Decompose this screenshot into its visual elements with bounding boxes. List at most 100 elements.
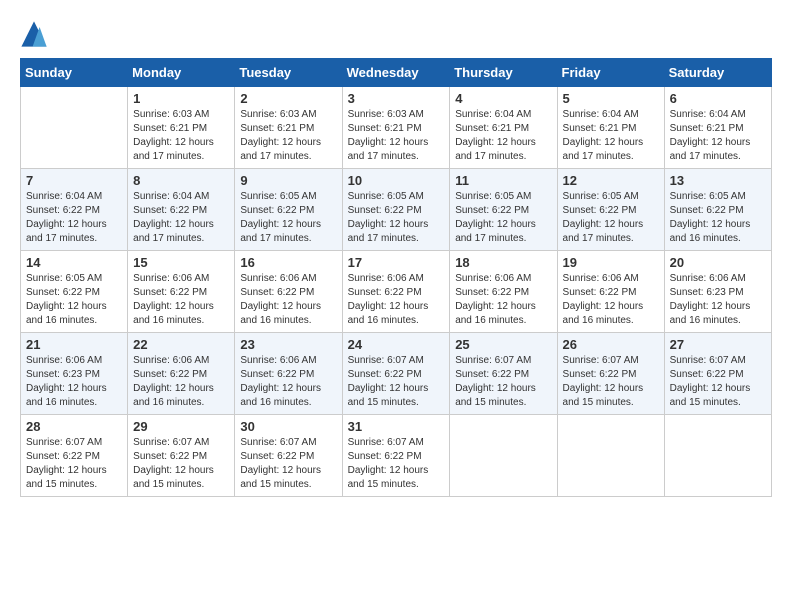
calendar-cell: 26 Sunrise: 6:07 AMSunset: 6:22 PMDayligh… (557, 333, 664, 415)
calendar-cell: 10 Sunrise: 6:05 AMSunset: 6:22 PMDayligh… (342, 169, 450, 251)
day-number: 9 (240, 173, 336, 188)
day-info: Sunrise: 6:05 AMSunset: 6:22 PMDaylight:… (455, 190, 551, 246)
day-number: 20 (670, 255, 766, 270)
day-number: 14 (26, 255, 122, 270)
calendar-cell: 19Sunrise: 6:06 AMSunset: 6:22 PMDayligh… (557, 251, 664, 333)
day-info: Sunrise: 6:07 AMSunset: 6:22 PMDaylight:… (26, 436, 122, 492)
day-info: Sunrise: 6:05 AMSunset: 6:22 PMDaylight:… (26, 272, 122, 328)
day-number: 23 (240, 337, 336, 352)
day-info: Sunrise: 6:04 AMSunset: 6:21 PMDaylight:… (563, 108, 659, 164)
day-number: 2 (240, 91, 336, 106)
calendar-cell: 16 Sunrise: 6:06 AMSunset: 6:22 PMDayligh… (235, 251, 342, 333)
day-info: Sunrise: 6:07 AMSunset: 6:22 PMDaylight:… (348, 436, 445, 492)
day-info: Sunrise: 6:06 AMSunset: 6:23 PMDaylight:… (670, 272, 766, 328)
day-number: 27 (670, 337, 766, 352)
calendar-week-2: 7 Sunrise: 6:04 AMSunset: 6:22 PMDaylight… (21, 169, 772, 251)
calendar-cell: 12 Sunrise: 6:05 AMSunset: 6:22 PMDayligh… (557, 169, 664, 251)
calendar-week-4: 21Sunrise: 6:06 AMSunset: 6:23 PMDayligh… (21, 333, 772, 415)
day-number: 3 (348, 91, 445, 106)
calendar-cell: 2 Sunrise: 6:03 AMSunset: 6:21 PMDaylight… (235, 87, 342, 169)
day-info: Sunrise: 6:06 AMSunset: 6:22 PMDaylight:… (133, 272, 229, 328)
day-number: 5 (563, 91, 659, 106)
calendar-cell: 15 Sunrise: 6:06 AMSunset: 6:22 PMDayligh… (128, 251, 235, 333)
calendar-cell: 18 Sunrise: 6:06 AMSunset: 6:22 PMDayligh… (450, 251, 557, 333)
calendar-header-thursday: Thursday (450, 59, 557, 87)
day-info: Sunrise: 6:07 AMSunset: 6:22 PMDaylight:… (348, 354, 445, 410)
calendar-cell: 24 Sunrise: 6:07 AMSunset: 6:22 PMDayligh… (342, 333, 450, 415)
calendar-header-friday: Friday (557, 59, 664, 87)
day-number: 10 (348, 173, 445, 188)
calendar-cell: 27 Sunrise: 6:07 AMSunset: 6:22 PMDayligh… (664, 333, 771, 415)
day-info: Sunrise: 6:07 AMSunset: 6:22 PMDaylight:… (455, 354, 551, 410)
day-number: 15 (133, 255, 229, 270)
calendar-cell: 9 Sunrise: 6:05 AMSunset: 6:22 PMDaylight… (235, 169, 342, 251)
calendar-cell (21, 87, 128, 169)
calendar-cell: 20 Sunrise: 6:06 AMSunset: 6:23 PMDayligh… (664, 251, 771, 333)
day-info: Sunrise: 6:06 AMSunset: 6:22 PMDaylight:… (563, 272, 659, 328)
day-info: Sunrise: 6:06 AMSunset: 6:22 PMDaylight:… (348, 272, 445, 328)
calendar-cell: 11 Sunrise: 6:05 AMSunset: 6:22 PMDayligh… (450, 169, 557, 251)
day-info: Sunrise: 6:05 AMSunset: 6:22 PMDaylight:… (563, 190, 659, 246)
day-number: 4 (455, 91, 551, 106)
day-number: 16 (240, 255, 336, 270)
day-info: Sunrise: 6:06 AMSunset: 6:22 PMDaylight:… (455, 272, 551, 328)
day-info: Sunrise: 6:06 AMSunset: 6:22 PMDaylight:… (240, 354, 336, 410)
day-number: 1 (133, 91, 229, 106)
calendar-week-3: 14 Sunrise: 6:05 AMSunset: 6:22 PMDayligh… (21, 251, 772, 333)
calendar-cell (557, 415, 664, 497)
day-info: Sunrise: 6:04 AMSunset: 6:22 PMDaylight:… (26, 190, 122, 246)
day-number: 24 (348, 337, 445, 352)
calendar-header-saturday: Saturday (664, 59, 771, 87)
day-info: Sunrise: 6:07 AMSunset: 6:22 PMDaylight:… (670, 354, 766, 410)
day-number: 25 (455, 337, 551, 352)
calendar-header-tuesday: Tuesday (235, 59, 342, 87)
day-info: Sunrise: 6:06 AMSunset: 6:23 PMDaylight:… (26, 354, 122, 410)
day-number: 11 (455, 173, 551, 188)
day-number: 30 (240, 419, 336, 434)
day-info: Sunrise: 6:03 AMSunset: 6:21 PMDaylight:… (240, 108, 336, 164)
calendar-table: SundayMondayTuesdayWednesdayThursdayFrid… (20, 58, 772, 497)
day-number: 17 (348, 255, 445, 270)
day-number: 13 (670, 173, 766, 188)
calendar-cell: 30 Sunrise: 6:07 AMSunset: 6:22 PMDayligh… (235, 415, 342, 497)
day-info: Sunrise: 6:04 AMSunset: 6:21 PMDaylight:… (455, 108, 551, 164)
day-number: 26 (563, 337, 659, 352)
day-number: 12 (563, 173, 659, 188)
calendar-cell: 1 Sunrise: 6:03 AMSunset: 6:21 PMDaylight… (128, 87, 235, 169)
day-info: Sunrise: 6:04 AMSunset: 6:21 PMDaylight:… (670, 108, 766, 164)
day-info: Sunrise: 6:05 AMSunset: 6:22 PMDaylight:… (670, 190, 766, 246)
calendar-header-sunday: Sunday (21, 59, 128, 87)
logo-icon (20, 20, 48, 48)
calendar-cell: 17 Sunrise: 6:06 AMSunset: 6:22 PMDayligh… (342, 251, 450, 333)
day-info: Sunrise: 6:05 AMSunset: 6:22 PMDaylight:… (240, 190, 336, 246)
calendar-cell: 5 Sunrise: 6:04 AMSunset: 6:21 PMDaylight… (557, 87, 664, 169)
calendar-cell: 4 Sunrise: 6:04 AMSunset: 6:21 PMDaylight… (450, 87, 557, 169)
day-info: Sunrise: 6:04 AMSunset: 6:22 PMDaylight:… (133, 190, 229, 246)
day-info: Sunrise: 6:07 AMSunset: 6:22 PMDaylight:… (133, 436, 229, 492)
day-number: 7 (26, 173, 122, 188)
day-info: Sunrise: 6:07 AMSunset: 6:22 PMDaylight:… (240, 436, 336, 492)
day-info: Sunrise: 6:03 AMSunset: 6:21 PMDaylight:… (133, 108, 229, 164)
day-number: 8 (133, 173, 229, 188)
calendar-cell: 14 Sunrise: 6:05 AMSunset: 6:22 PMDayligh… (21, 251, 128, 333)
calendar-cell: 7 Sunrise: 6:04 AMSunset: 6:22 PMDaylight… (21, 169, 128, 251)
day-info: Sunrise: 6:07 AMSunset: 6:22 PMDaylight:… (563, 354, 659, 410)
day-number: 18 (455, 255, 551, 270)
day-info: Sunrise: 6:06 AMSunset: 6:22 PMDaylight:… (240, 272, 336, 328)
calendar-cell: 22 Sunrise: 6:06 AMSunset: 6:22 PMDayligh… (128, 333, 235, 415)
day-info: Sunrise: 6:05 AMSunset: 6:22 PMDaylight:… (348, 190, 445, 246)
calendar-week-1: 1 Sunrise: 6:03 AMSunset: 6:21 PMDaylight… (21, 87, 772, 169)
calendar-cell: 31 Sunrise: 6:07 AMSunset: 6:22 PMDayligh… (342, 415, 450, 497)
calendar-header-row: SundayMondayTuesdayWednesdayThursdayFrid… (21, 59, 772, 87)
calendar-cell: 6 Sunrise: 6:04 AMSunset: 6:21 PMDaylight… (664, 87, 771, 169)
day-number: 31 (348, 419, 445, 434)
calendar-cell: 23 Sunrise: 6:06 AMSunset: 6:22 PMDayligh… (235, 333, 342, 415)
calendar-cell (450, 415, 557, 497)
calendar-cell: 3 Sunrise: 6:03 AMSunset: 6:21 PMDaylight… (342, 87, 450, 169)
day-number: 6 (670, 91, 766, 106)
day-info: Sunrise: 6:06 AMSunset: 6:22 PMDaylight:… (133, 354, 229, 410)
calendar-cell (664, 415, 771, 497)
calendar-header-monday: Monday (128, 59, 235, 87)
day-info: Sunrise: 6:03 AMSunset: 6:21 PMDaylight:… (348, 108, 445, 164)
day-number: 22 (133, 337, 229, 352)
